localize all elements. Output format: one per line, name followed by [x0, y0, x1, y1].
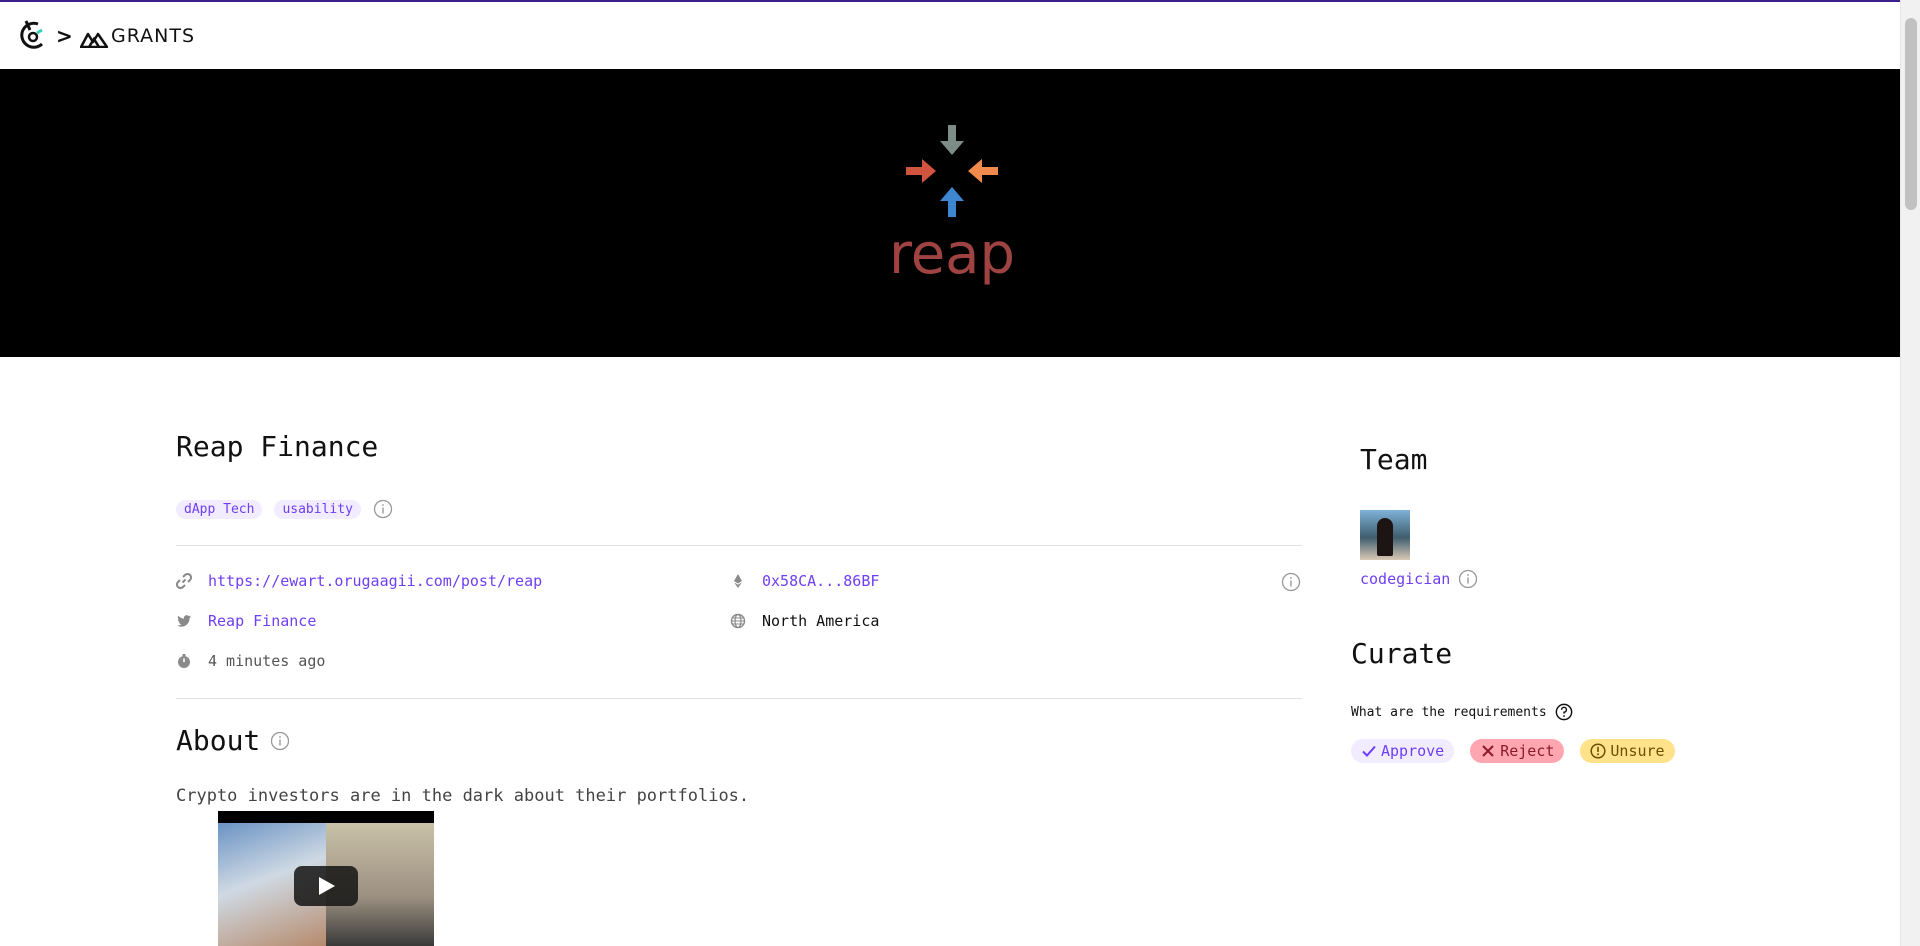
about-info-icon[interactable] — [270, 731, 290, 751]
unsure-button[interactable]: Unsure — [1580, 739, 1675, 763]
play-icon[interactable] — [294, 866, 358, 906]
x-icon — [1482, 745, 1494, 757]
curate-heading: Curate — [1351, 637, 1453, 670]
grants-nav-link[interactable]: GRANTS — [111, 25, 195, 47]
twitter-link[interactable]: Reap Finance — [208, 612, 316, 630]
grants-mountain-icon[interactable] — [80, 30, 108, 48]
created-time: 4 minutes ago — [208, 652, 326, 670]
region-value: North America — [762, 612, 880, 630]
team-heading: Team — [1360, 443, 1428, 476]
approve-label: Approve — [1381, 742, 1445, 760]
twitter-icon — [177, 615, 191, 627]
avatar[interactable] — [1360, 510, 1410, 560]
top-navbar: > GRANTS — [0, 2, 1900, 69]
reap-logo: reap — [889, 125, 1015, 285]
globe-icon — [730, 613, 746, 629]
approve-button[interactable]: Approve — [1351, 739, 1455, 763]
member-info-icon[interactable] — [1458, 569, 1478, 589]
breadcrumb-chevron-icon: > — [56, 24, 73, 48]
grant-tags: dApp Tech usability — [176, 499, 393, 519]
details-divider-bottom — [176, 698, 1302, 699]
wallet-info-icon[interactable] — [1281, 572, 1301, 592]
reject-label: Reject — [1500, 742, 1555, 760]
page-scrollbar[interactable] — [1900, 0, 1920, 946]
gitcoin-logo-icon[interactable] — [16, 18, 48, 54]
grant-title: Reap Finance — [176, 430, 379, 463]
link-icon — [176, 573, 192, 589]
about-heading: About — [176, 724, 290, 757]
check-icon — [1362, 745, 1376, 757]
tag-usability[interactable]: usability — [274, 499, 361, 519]
website-link[interactable]: https://ewart.orugaagii.com/post/reap — [208, 572, 542, 590]
wallet-address-link[interactable]: 0x58CA...86BF — [762, 572, 879, 590]
question-icon[interactable] — [1555, 703, 1573, 721]
twitter-row: Reap Finance — [176, 612, 316, 630]
exclamation-circle-icon — [1590, 743, 1606, 759]
team-member: codegician — [1360, 569, 1478, 589]
avatar-figure — [1377, 518, 1393, 556]
tag-dapp-tech[interactable]: dApp Tech — [176, 499, 263, 519]
embedded-video[interactable] — [218, 811, 434, 946]
requirements-label[interactable]: What are the requirements — [1351, 705, 1547, 720]
details-divider-top — [176, 545, 1302, 546]
ethereum-icon — [734, 574, 742, 588]
region-row: North America — [730, 612, 879, 630]
curate-actions: Approve Reject Unsure — [1351, 739, 1675, 763]
tags-info-icon[interactable] — [373, 499, 393, 519]
team-member-username[interactable]: codegician — [1360, 570, 1450, 588]
requirements-link[interactable]: What are the requirements — [1351, 703, 1573, 721]
svg-text:reap: reap — [889, 222, 1015, 285]
grant-banner: reap — [0, 69, 1900, 357]
about-heading-label: About — [176, 724, 261, 757]
created-row: 4 minutes ago — [176, 652, 325, 670]
about-description: Crypto investors are in the dark about t… — [176, 786, 750, 806]
unsure-label: Unsure — [1610, 742, 1665, 760]
stopwatch-icon — [178, 654, 190, 668]
wallet-row: 0x58CA...86BF — [730, 572, 879, 590]
reject-button[interactable]: Reject — [1470, 739, 1565, 763]
scrollbar-thumb[interactable] — [1905, 18, 1917, 210]
website-row: https://ewart.orugaagii.com/post/reap — [176, 572, 542, 590]
